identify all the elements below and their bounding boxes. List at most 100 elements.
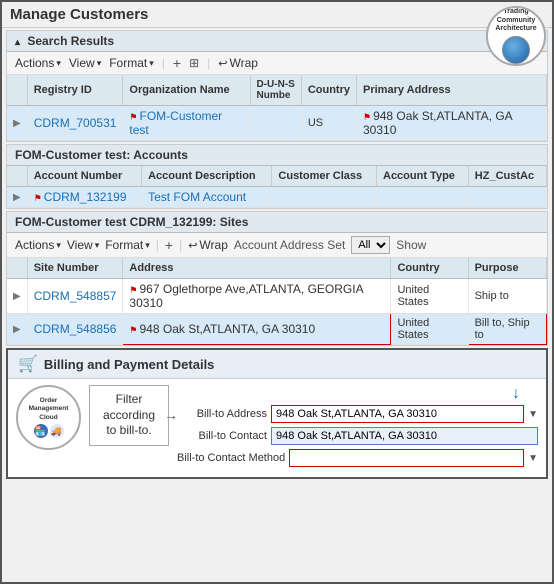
show-label: Show	[396, 238, 426, 252]
duns-cell	[250, 106, 301, 141]
blue-down-arrow-icon: ↓	[512, 385, 520, 403]
sites-wrap-button[interactable]: ↩ Wrap	[188, 238, 228, 252]
bill-to-contact-method-input[interactable]	[289, 449, 524, 467]
bill-to-contact-input[interactable]	[271, 427, 538, 445]
col-purpose: Purpose	[468, 258, 546, 279]
sites-toolbar: Actions▾ View▾ Format▾ | + | ↩ Wrap Acco…	[7, 233, 547, 258]
flag-icon: ⚑	[129, 112, 137, 122]
org-name-link[interactable]: FOM-Customer test	[129, 109, 222, 137]
sites-section: FOM-Customer test CDRM_132199: Sites Act…	[6, 211, 548, 346]
sites-table: Site Number Address Country Purpose ▶ CD…	[7, 258, 547, 345]
address-cell: ⚑948 Oak St,ATLANTA, GA 30310	[357, 106, 547, 141]
filter-callout: Filter according to bill-to. →	[89, 385, 169, 446]
view-button[interactable]: View▾	[69, 56, 101, 70]
account-type-cell	[377, 187, 469, 208]
site-address-cell: ⚑967 Oglethorpe Ave,ATLANTA, GEORGIA 303…	[123, 279, 391, 314]
table-row: ▶ CDRM_548857 ⚑967 Oglethorpe Ave,ATLANT…	[7, 279, 547, 314]
tca-line1: Trading	[503, 8, 528, 16]
site-purpose-cell: Ship to	[468, 279, 546, 314]
bill-to-contact-method-label: Bill-to Contact Method	[177, 452, 285, 464]
sites-add-icon[interactable]: +	[165, 237, 173, 253]
country-cell: US	[301, 106, 356, 141]
col-account-type: Account Type	[377, 166, 469, 187]
page-title: Manage Customers	[10, 6, 148, 23]
wrap-button[interactable]: ↩ Wrap	[218, 56, 258, 70]
bill-to-contact-method-row: Bill-to Contact Method ▼	[177, 449, 538, 467]
address-flag-icon: ⚑	[363, 112, 371, 122]
omc-icon-1: 🏪	[34, 424, 48, 438]
omc-line3: Cloud	[39, 414, 57, 422]
col-org-name: Organization Name	[123, 75, 250, 106]
bill-to-address-label: Bill-to Address	[177, 408, 267, 420]
contact-method-dropdown-icon[interactable]: ▼	[528, 453, 538, 464]
tca-globe	[502, 36, 530, 64]
col-customer-class: Customer Class	[272, 166, 377, 187]
tca-badge: Trading Community Architecture	[486, 6, 546, 66]
cart-icon: 🛒	[18, 354, 38, 374]
bill-to-address-input[interactable]	[271, 405, 524, 423]
account-address-set-label: Account Address Set	[234, 238, 345, 252]
search-results-table: Registry ID Organization Name D-U-N-SNum…	[7, 75, 547, 141]
search-results-header: ▴ Search Results	[7, 31, 547, 52]
omc-icons: 🏪 🚚	[34, 424, 64, 438]
dropdown-arrow-icon[interactable]: ▼	[528, 409, 538, 420]
site-number-link[interactable]: CDRM_548857	[34, 289, 117, 303]
sites-actions-button[interactable]: Actions▾	[15, 238, 61, 252]
accounts-header: FOM-Customer test: Accounts	[7, 145, 547, 166]
detach-icon[interactable]: ⊞	[189, 56, 199, 70]
tca-line2: Community	[497, 17, 536, 25]
omc-line2: Management	[29, 405, 69, 413]
actions-button[interactable]: Actions▾	[15, 56, 61, 70]
sites-view-button[interactable]: View▾	[67, 238, 99, 252]
account-address-set-select[interactable]: All	[351, 236, 390, 254]
col-expand	[7, 75, 27, 106]
customer-class-cell	[272, 187, 377, 208]
format-button[interactable]: Format▾	[109, 56, 154, 70]
col-hz-custac: HZ_CustAc	[468, 166, 546, 187]
account-desc-link[interactable]: Test FOM Account	[148, 190, 246, 204]
bill-to-contact-method-field: ▼	[289, 449, 538, 467]
col-expand	[7, 166, 27, 187]
col-primary-address: Primary Address	[357, 75, 547, 106]
row-expand-btn[interactable]: ▶	[13, 192, 21, 203]
billing-header: 🛒 Billing and Payment Details	[8, 350, 546, 379]
table-row: ▶ CDRM_700531 ⚑FOM-Customer test US ⚑948…	[7, 106, 547, 141]
tca-line3: Architecture	[495, 25, 536, 33]
bill-to-contact-field	[271, 427, 538, 445]
site-address-cell: ⚑948 Oak St,ATLANTA, GA 30310	[123, 314, 391, 345]
col-country: Country	[391, 258, 468, 279]
col-account-number: Account Number	[27, 166, 141, 187]
registry-id-link[interactable]: CDRM_700531	[34, 116, 117, 130]
row-expand-btn[interactable]: ▶	[13, 291, 21, 302]
row-expand-btn[interactable]: ▶	[13, 324, 21, 335]
billing-title: Billing and Payment Details	[44, 357, 215, 372]
account-number-link[interactable]: CDRM_132199	[44, 190, 127, 204]
add-icon[interactable]: +	[173, 55, 181, 71]
table-row: ▶ CDRM_548856 ⚑948 Oak St,ATLANTA, GA 30…	[7, 314, 547, 345]
site-country-cell: United States	[391, 314, 468, 345]
site-country-cell: United States	[391, 279, 468, 314]
row-expand-btn[interactable]: ▶	[13, 118, 21, 129]
col-address: Address	[123, 258, 391, 279]
accounts-table: Account Number Account Description Custo…	[7, 166, 547, 208]
filter-callout-text: Filter according to bill-to.	[103, 392, 155, 437]
billing-fields: ↓ Bill-to Address ▼ Bill-to Contact Bill…	[177, 385, 538, 471]
flag-icon: ⚑	[129, 325, 137, 335]
bill-to-contact-row: Bill-to Contact	[177, 427, 538, 445]
bill-to-address-field: ▼	[271, 405, 538, 423]
col-expand	[7, 258, 27, 279]
col-duns: D-U-N-SNumbe	[250, 75, 301, 106]
collapse-icon[interactable]: ▴	[15, 37, 20, 48]
col-registry-id: Registry ID	[27, 75, 123, 106]
search-results-toolbar: Actions▾ View▾ Format▾ | + ⊞ | ↩ Wrap	[7, 52, 547, 75]
col-country: Country	[301, 75, 356, 106]
search-results-section: ▴ Search Results Actions▾ View▾ Format▾ …	[6, 30, 548, 142]
bill-to-contact-label: Bill-to Contact	[177, 430, 267, 442]
table-row: ▶ ⚑CDRM_132199 Test FOM Account	[7, 187, 547, 208]
sites-header: FOM-Customer test CDRM_132199: Sites	[7, 212, 547, 233]
hz-custac-cell	[468, 187, 546, 208]
site-number-link[interactable]: CDRM_548856	[34, 322, 117, 336]
sites-format-button[interactable]: Format▾	[105, 238, 150, 252]
billing-body: Order Management Cloud 🏪 🚚 Filter accord…	[8, 379, 546, 477]
omc-badge: Order Management Cloud 🏪 🚚	[16, 385, 81, 450]
